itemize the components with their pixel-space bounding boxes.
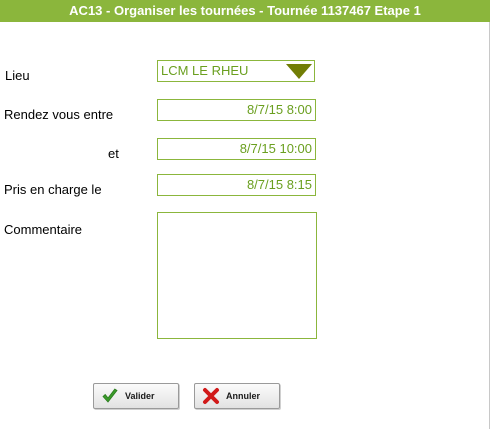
- commentaire-textarea[interactable]: [157, 212, 317, 339]
- lieu-label: Lieu: [5, 68, 30, 83]
- green-check-icon: [101, 387, 119, 405]
- valider-button[interactable]: Valider: [93, 383, 179, 409]
- rdv-end-field[interactable]: 8/7/15 10:00: [157, 138, 316, 160]
- rdv-start-field[interactable]: 8/7/15 8:00: [157, 99, 316, 121]
- window-title: AC13 - Organiser les tournées - Tournée …: [0, 0, 490, 22]
- dialog-window: AC13 - Organiser les tournées - Tournée …: [0, 0, 490, 429]
- dropdown-arrow-icon[interactable]: [286, 64, 312, 79]
- red-x-icon: [202, 387, 220, 405]
- annuler-button[interactable]: Annuler: [194, 383, 280, 409]
- rdv-end-label: et: [108, 146, 119, 161]
- lieu-value: LCM LE RHEU: [161, 63, 249, 78]
- prise-en-charge-label: Pris en charge le: [4, 182, 102, 197]
- valider-label: Valider: [125, 391, 155, 401]
- prise-en-charge-field[interactable]: 8/7/15 8:15: [157, 174, 316, 196]
- commentaire-label: Commentaire: [4, 222, 83, 237]
- lieu-dropdown[interactable]: LCM LE RHEU: [157, 60, 315, 82]
- annuler-label: Annuler: [226, 391, 261, 401]
- rdv-start-label: Rendez vous entre: [4, 107, 114, 122]
